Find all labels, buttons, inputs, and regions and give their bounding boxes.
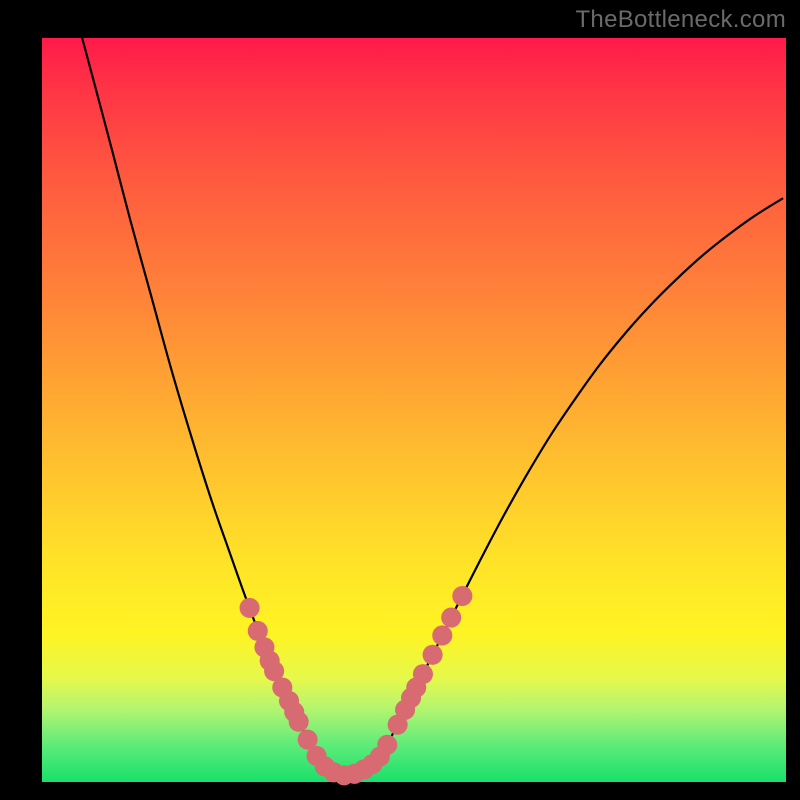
highlight-dot bbox=[423, 645, 443, 665]
highlight-dots bbox=[240, 586, 473, 785]
plot-area bbox=[42, 38, 786, 782]
chart-svg bbox=[42, 38, 786, 782]
watermark-text: TheBottleneck.com bbox=[575, 6, 786, 34]
highlight-dot bbox=[240, 598, 260, 618]
highlight-dot bbox=[377, 735, 397, 755]
highlight-dot bbox=[413, 664, 433, 684]
highlight-dot bbox=[452, 586, 472, 606]
highlight-dot bbox=[289, 712, 309, 732]
chart-frame: TheBottleneck.com bbox=[0, 0, 800, 800]
highlight-dot bbox=[432, 625, 452, 645]
highlight-dot bbox=[441, 608, 461, 628]
